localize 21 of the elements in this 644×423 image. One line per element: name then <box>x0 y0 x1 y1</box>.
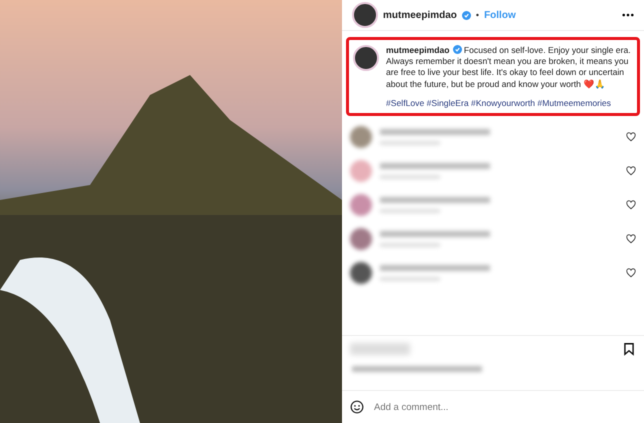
bookmark-icon[interactable] <box>622 342 636 356</box>
heart-icon[interactable] <box>626 234 636 244</box>
blurred-avatar <box>350 228 372 250</box>
heart-icon[interactable] <box>626 200 636 210</box>
caption-text: mutmeepimdao Focused on self-love. Enjoy your single era. Always remember it doesn't mean you are broken, it means you are free to live your best life. It's okay to feel down or uncertain about the future, but be proud and know your worth ❤🙏 <box>386 45 632 90</box>
blurred-avatar <box>350 160 372 182</box>
blurred-avatar <box>350 194 372 216</box>
heart-icon[interactable] <box>626 268 636 278</box>
username[interactable]: mutmeepimdao <box>383 10 457 20</box>
blurred-avatar <box>350 126 372 148</box>
separator: • <box>476 10 480 20</box>
blurred-action-icons <box>350 343 410 355</box>
avatar[interactable] <box>352 2 378 28</box>
hashtags[interactable]: #SelfLove #SingleEra #Knowyourworth #Mutmeememories <box>386 98 633 108</box>
smile-icon[interactable] <box>350 400 364 414</box>
comment-input[interactable]: Add a comment... <box>372 400 636 414</box>
avatar[interactable] <box>353 45 379 71</box>
heart-icon[interactable] <box>626 166 636 176</box>
more-icon[interactable] <box>622 13 634 17</box>
heart-icon[interactable] <box>626 132 636 142</box>
blurred-avatar <box>350 262 372 284</box>
